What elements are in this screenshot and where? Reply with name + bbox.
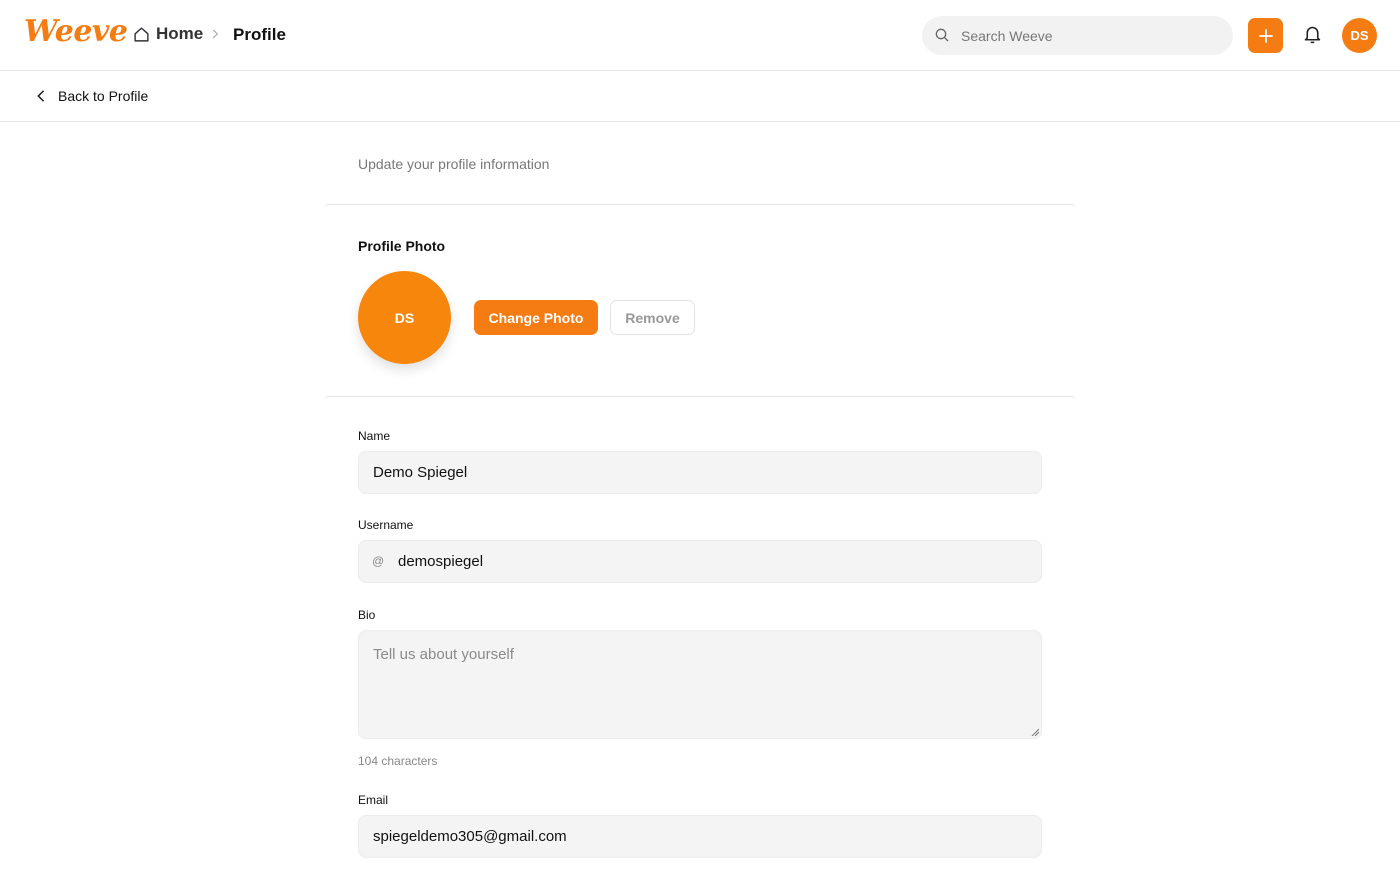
breadcrumb-home-label: Home: [156, 24, 204, 43]
user-avatar[interactable]: DS: [1342, 18, 1377, 53]
breadcrumb-home[interactable]: Home: [133, 24, 203, 44]
top-bar: Weeve Home Profile DS: [0, 0, 1400, 71]
bell-icon[interactable]: [1302, 24, 1323, 45]
remove-photo-button[interactable]: Remove: [610, 300, 695, 335]
email-label: Email: [358, 793, 389, 807]
profile-photo-avatar: DS: [358, 271, 451, 364]
change-photo-button[interactable]: Change Photo: [474, 300, 598, 335]
username-input[interactable]: [359, 541, 1041, 582]
name-input[interactable]: [359, 452, 1041, 493]
home-icon: [134, 26, 149, 42]
sub-bar: Back to Profile: [0, 71, 1400, 122]
name-label: Name: [358, 429, 391, 443]
email-input[interactable]: [359, 816, 1041, 857]
bio-label: Bio: [358, 608, 376, 622]
back-label: Back to Profile: [58, 88, 149, 104]
breadcrumb-current: Profile: [233, 25, 286, 44]
search-box[interactable]: [922, 16, 1233, 55]
plus-icon: [1258, 28, 1273, 43]
at-prefix: @: [372, 554, 385, 568]
name-field[interactable]: [358, 451, 1042, 494]
bio-char-count: 104 characters: [358, 754, 438, 768]
create-button[interactable]: [1248, 18, 1283, 53]
email-field[interactable]: [358, 815, 1042, 858]
divider: [326, 204, 1074, 205]
back-to-profile-link[interactable]: Back to Profile: [35, 88, 148, 104]
resize-grip-icon[interactable]: [1031, 728, 1039, 736]
search-input[interactable]: [961, 16, 1221, 55]
chevron-left-icon: [37, 90, 45, 102]
bio-textarea[interactable]: [359, 631, 1041, 738]
divider: [326, 396, 1074, 397]
page-subtitle: Update your profile information: [358, 156, 550, 172]
bio-field[interactable]: [358, 630, 1042, 739]
weeve-logo[interactable]: Weeve: [24, 14, 128, 49]
chevron-right-icon: [212, 29, 219, 39]
search-icon: [935, 28, 949, 42]
profile-photo-title: Profile Photo: [358, 238, 446, 254]
username-label: Username: [358, 518, 414, 532]
username-field[interactable]: @: [358, 540, 1042, 583]
